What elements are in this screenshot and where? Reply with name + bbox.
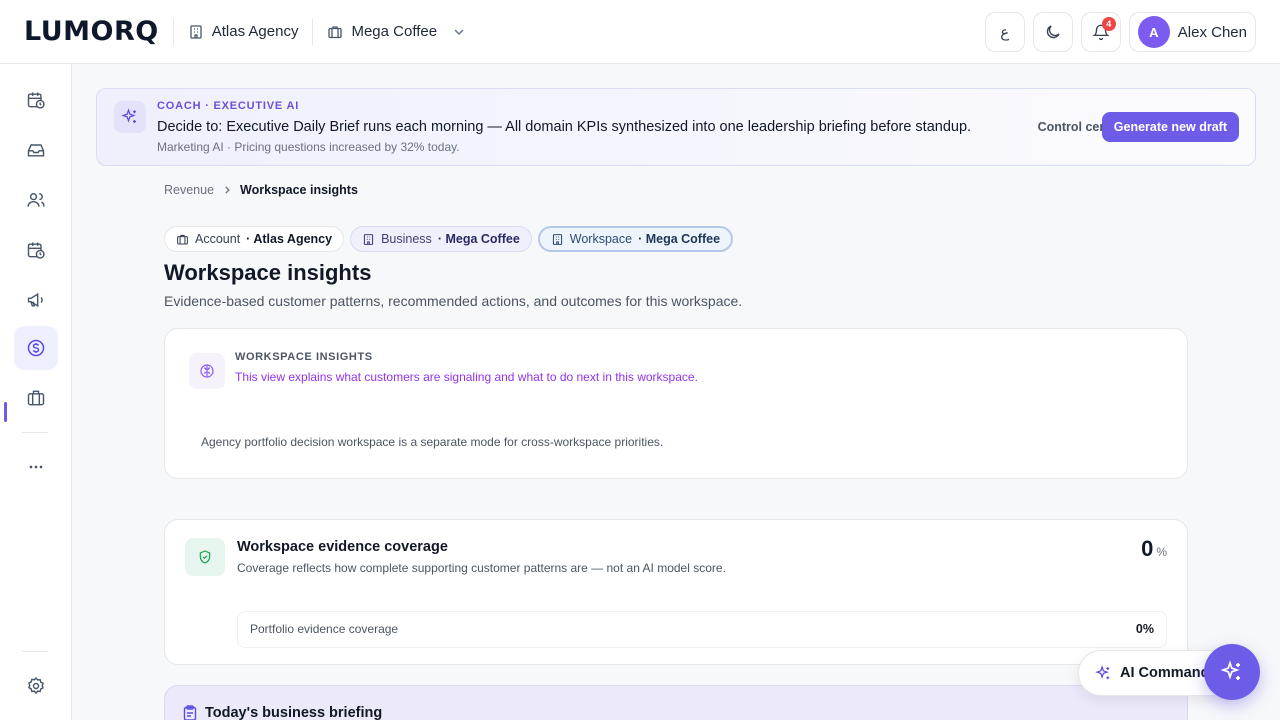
coach-eyebrow: COACH · EXECUTIVE AI — [157, 100, 300, 112]
briefcase-icon — [177, 234, 188, 244]
coverage-subtitle: Coverage reflects how complete supportin… — [237, 561, 726, 575]
language-label: ع — [1000, 24, 1010, 41]
sparkles-icon — [114, 101, 146, 133]
briefcase-icon — [328, 25, 343, 38]
chevron-down-icon — [454, 28, 464, 35]
avatar: A — [1137, 16, 1170, 48]
clipboard-icon — [183, 705, 197, 720]
ai-assistant-fab[interactable] — [1204, 644, 1260, 700]
sidebar-item-revenue[interactable] — [14, 326, 58, 370]
portfolio-coverage-value: 0% — [1135, 622, 1154, 636]
notification-count-badge: 4 — [1101, 17, 1116, 31]
inbox-icon — [27, 144, 45, 157]
page-title: Workspace insights — [164, 260, 372, 285]
megaphone-icon — [27, 292, 43, 308]
notifications-button[interactable]: 4 — [1080, 12, 1121, 52]
chip-label: Workspace — [569, 232, 633, 246]
generate-draft-button[interactable]: Generate new draft — [1101, 112, 1239, 142]
building-icon — [363, 233, 374, 245]
active-indicator — [4, 402, 7, 422]
business-briefing-card: Today's business briefing — [164, 685, 1188, 720]
account-switcher[interactable]: Atlas Agency — [188, 23, 299, 40]
divider — [22, 651, 48, 652]
page-subtitle: Evidence-based customer patterns, recomm… — [164, 293, 743, 309]
chip-value: · Mega Coffee — [638, 232, 721, 246]
coverage-title: Workspace evidence coverage — [237, 539, 448, 555]
chip-label: Business — [381, 232, 432, 246]
divider — [172, 18, 174, 45]
moon-icon — [1046, 25, 1060, 39]
building-icon — [190, 24, 202, 39]
account-scope-chip[interactable]: Account · Atlas Agency — [164, 226, 345, 252]
shield-check-icon — [185, 538, 225, 576]
breadcrumb-current: Workspace insights — [240, 183, 358, 197]
calendar-clock-icon — [27, 242, 45, 259]
brand-logo[interactable]: LUMORQ — [24, 16, 159, 47]
evidence-coverage-card: Workspace evidence coverage Coverage ref… — [164, 519, 1188, 665]
business-scope-chip[interactable]: Business · Mega Coffee — [350, 226, 532, 252]
coach-banner: COACH · EXECUTIVE AI Decide to: Executiv… — [96, 88, 1256, 166]
gear-icon — [28, 677, 44, 695]
portfolio-coverage-label: Portfolio evidence coverage — [250, 622, 399, 636]
sidebar-item-campaigns[interactable] — [14, 278, 58, 322]
chip-value: · Mega Coffee — [437, 232, 520, 246]
insights-note: Agency portfolio decision workspace is a… — [201, 435, 664, 449]
business-switcher[interactable]: Mega Coffee — [327, 23, 467, 40]
sparkles-icon — [1095, 664, 1110, 679]
sidebar-item-calendar[interactable] — [14, 228, 58, 272]
chevron-right-icon — [225, 186, 230, 194]
more-horizontal-icon — [29, 465, 43, 469]
theme-toggle-button[interactable] — [1032, 12, 1073, 52]
briefcase-icon — [27, 390, 45, 406]
chip-value: · Atlas Agency — [246, 232, 333, 246]
brain-icon — [189, 353, 225, 389]
scope-chips: Account · Atlas Agency Business · Mega C… — [164, 226, 734, 252]
coach-title: Decide to: Executive Daily Brief runs ea… — [157, 119, 972, 135]
building-icon — [552, 233, 562, 245]
sidebar-item-workspaces[interactable] — [14, 376, 58, 420]
insights-description: This view explains what customers are si… — [235, 370, 698, 384]
breadcrumb-parent[interactable]: Revenue — [164, 183, 214, 197]
coach-subtitle: Marketing AI · Pricing questions increas… — [157, 140, 460, 154]
ai-command-label: AI Command — [1120, 665, 1210, 681]
sidebar — [0, 64, 72, 720]
account-name: Atlas Agency — [211, 23, 299, 40]
coverage-percent: 0% — [1141, 536, 1167, 562]
sidebar-more-button[interactable] — [14, 445, 58, 489]
workspace-insights-card: WORKSPACE INSIGHTS This view explains wh… — [164, 328, 1188, 479]
breadcrumb: Revenue Workspace insights — [164, 183, 358, 197]
divider — [312, 18, 314, 45]
top-bar: LUMORQ Atlas Agency Mega Coffee ع 4 A Al… — [0, 0, 1280, 64]
users-icon — [27, 193, 45, 207]
coverage-unit: % — [1156, 545, 1167, 559]
divider — [22, 432, 48, 433]
sidebar-item-settings[interactable] — [14, 664, 58, 708]
user-name: Alex Chen — [1177, 23, 1247, 41]
insights-eyebrow: WORKSPACE INSIGHTS — [235, 351, 373, 363]
briefing-title: Today's business briefing — [205, 705, 383, 720]
coverage-value: 0 — [1141, 536, 1154, 561]
language-button[interactable]: ع — [984, 12, 1025, 52]
sidebar-item-schedule[interactable] — [14, 78, 58, 122]
sidebar-item-customers[interactable] — [14, 178, 58, 222]
sidebar-item-inbox[interactable] — [14, 128, 58, 172]
portfolio-coverage-row: Portfolio evidence coverage 0% — [237, 611, 1167, 648]
sparkles-icon — [1220, 660, 1240, 680]
user-menu-button[interactable]: A Alex Chen — [1128, 12, 1256, 52]
workspace-scope-chip[interactable]: Workspace · Mega Coffee — [537, 226, 734, 252]
calendar-clock-icon — [27, 92, 45, 109]
business-name: Mega Coffee — [351, 23, 438, 40]
chip-label: Account — [195, 232, 241, 246]
dollar-circle-icon — [27, 339, 45, 357]
